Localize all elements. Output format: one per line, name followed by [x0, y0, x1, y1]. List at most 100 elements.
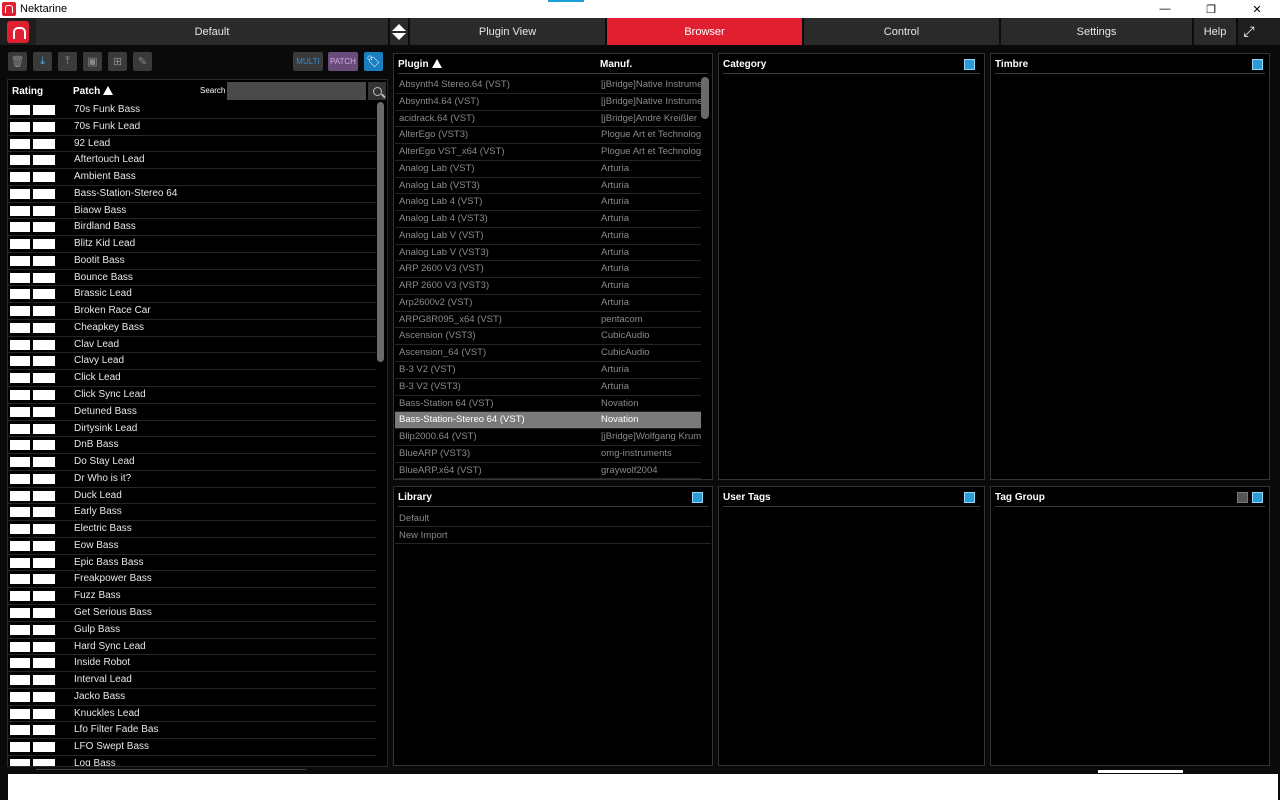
tab-settings[interactable]: Settings [1001, 18, 1194, 45]
rating-widget[interactable] [10, 607, 55, 618]
plugin-row[interactable]: Ascension_64 (VST) CubicAudio [395, 345, 701, 363]
plugin-row[interactable]: Ascension (VST3) CubicAudio [395, 328, 701, 346]
rating-widget[interactable] [10, 725, 55, 736]
rating-widget[interactable] [10, 356, 55, 367]
rating-widget[interactable] [10, 272, 55, 283]
plugin-row[interactable]: Bass-Station-Stereo 64 (VST) Novation [395, 412, 701, 430]
rating-widget[interactable] [10, 708, 55, 719]
patch-row[interactable]: Knuckles Lead [8, 706, 376, 723]
patch-row[interactable]: DnB Bass [8, 437, 376, 455]
plugin-row[interactable]: acidrack.64 (VST) [jBridge]André Kreißler [395, 111, 701, 128]
rating-widget[interactable] [10, 239, 55, 250]
rating-widget[interactable] [10, 155, 55, 166]
home-button[interactable] [0, 18, 36, 45]
rating-widget[interactable] [10, 524, 55, 535]
patch-row[interactable]: Log Bass [8, 756, 376, 766]
close-button[interactable]: ✕ [1234, 0, 1280, 18]
plugin-row[interactable]: AlterEgo (VST3) Plogue Art et Technologi [395, 127, 701, 145]
plugin-row[interactable]: BlueARP.x64 (VST) graywolf2004 [395, 463, 701, 479]
rating-widget[interactable] [10, 591, 55, 602]
rating-widget[interactable] [10, 742, 55, 753]
edit-icon[interactable]: ✎ [133, 52, 152, 71]
tab-control[interactable]: Control [804, 18, 1001, 45]
plugin-row[interactable]: ARP 2600 V3 (VST3) Arturia [395, 278, 701, 295]
patch-row[interactable]: Biaow Bass [8, 203, 376, 220]
plugin-row[interactable]: Analog Lab 4 (VST) Arturia [395, 194, 701, 212]
preset-arrows[interactable] [390, 18, 410, 45]
upload-icon[interactable]: ⤒ [58, 52, 77, 71]
patch-row[interactable]: Aftertouch Lead [8, 152, 376, 170]
patch-row[interactable]: Dirtysink Lead [8, 421, 376, 438]
tag-group-add-icon[interactable] [1252, 492, 1263, 503]
patch-row[interactable]: Lfo Filter Fade Bas [8, 722, 376, 740]
minimize-button[interactable]: — [1142, 0, 1188, 18]
plugin-row[interactable]: AlterEgo VST_x64 (VST) Plogue Art et Tech… [395, 144, 701, 161]
rating-widget[interactable] [10, 121, 55, 132]
patch-row[interactable]: LFO Swept Bass [8, 739, 376, 756]
patch-row[interactable]: Early Bass [8, 504, 376, 522]
rating-widget[interactable] [10, 540, 55, 551]
plugin-row[interactable]: Absynth4.64 (VST) [jBridge]Native Instrum… [395, 94, 701, 111]
rating-widget[interactable] [10, 675, 55, 686]
patch-list-scrollbar[interactable] [377, 102, 384, 362]
rating-widget[interactable] [10, 423, 55, 434]
user-tags-toggle-icon[interactable] [964, 492, 975, 503]
rating-widget[interactable] [10, 306, 55, 317]
rating-widget[interactable] [10, 222, 55, 233]
rating-widget[interactable] [10, 138, 55, 149]
arrow-down-icon[interactable] [392, 32, 406, 40]
rating-widget[interactable] [10, 557, 55, 568]
patch-row[interactable]: 70s Funk Bass [8, 102, 376, 119]
multi-button[interactable]: MULTI [293, 52, 323, 71]
timbre-toggle-icon[interactable] [1252, 59, 1263, 70]
trash-icon[interactable]: 🗑 [8, 52, 27, 71]
rating-widget[interactable] [10, 758, 55, 766]
plugin-row[interactable]: Blip2000.64 (VST) [jBridge]Wolfgang Krum [395, 429, 701, 446]
rating-widget[interactable] [10, 322, 55, 333]
rating-widget[interactable] [10, 339, 55, 350]
column-patch[interactable]: Patch [73, 86, 114, 97]
rating-widget[interactable] [10, 507, 55, 518]
rating-widget[interactable] [10, 457, 55, 468]
patch-row[interactable]: Do Stay Lead [8, 454, 376, 471]
library-toggle-icon[interactable] [692, 492, 703, 503]
patch-row[interactable]: Eow Bass [8, 538, 376, 555]
plugin-row[interactable]: BlueARP (VST3) omg-instruments [395, 446, 701, 463]
patch-row[interactable]: Duck Lead [8, 488, 376, 505]
download-icon[interactable]: ⤓ [33, 52, 52, 71]
patch-row[interactable]: Fuzz Bass [8, 588, 376, 605]
patch-row[interactable]: Freakpower Bass [8, 571, 376, 589]
plugin-row[interactable]: B-3 V2 (VST3) Arturia [395, 379, 701, 396]
patch-row[interactable]: Jacko Bass [8, 689, 376, 706]
plugin-row[interactable]: Bass-Station 64 (VST) Novation [395, 396, 701, 413]
patch-row[interactable]: Dr Who is it? [8, 471, 376, 488]
patch-row[interactable]: Bass-Station-Stereo 64 [8, 186, 376, 203]
rating-widget[interactable] [10, 205, 55, 216]
column-manuf[interactable]: Manuf. [600, 59, 632, 70]
add-icon[interactable]: ⊞ [108, 52, 127, 71]
library-item-default[interactable]: Default [395, 510, 711, 527]
patch-row[interactable]: Cheapkey Bass [8, 320, 376, 337]
arrow-up-icon[interactable] [392, 23, 406, 31]
rating-widget[interactable] [10, 373, 55, 384]
patch-row[interactable]: Click Sync Lead [8, 387, 376, 404]
rating-widget[interactable] [10, 490, 55, 501]
plugin-row[interactable]: Analog Lab (VST3) Arturia [395, 178, 701, 195]
patch-row[interactable]: Electric Bass [8, 521, 376, 538]
rating-widget[interactable] [10, 574, 55, 585]
rating-widget[interactable] [10, 105, 55, 115]
patch-row[interactable]: 92 Lead [8, 136, 376, 153]
patch-row[interactable]: Brassic Lead [8, 286, 376, 304]
rating-widget[interactable] [10, 289, 55, 300]
plugin-row[interactable]: Analog Lab (VST) Arturia [395, 161, 701, 178]
patch-row[interactable]: Blitz Kid Lead [8, 236, 376, 253]
patch-row[interactable]: Clavy Lead [8, 353, 376, 371]
patch-row[interactable]: Bootit Bass [8, 253, 376, 270]
plugin-row[interactable]: ARP 2600 V3 (VST) Arturia [395, 261, 701, 279]
patch-row[interactable]: Hard Sync Lead [8, 639, 376, 656]
rating-widget[interactable] [10, 473, 55, 484]
rating-widget[interactable] [10, 624, 55, 635]
library-item-new-import[interactable]: New Import [395, 527, 711, 544]
tag-icon[interactable]: 🏷 [364, 52, 383, 71]
search-input[interactable] [227, 82, 366, 100]
